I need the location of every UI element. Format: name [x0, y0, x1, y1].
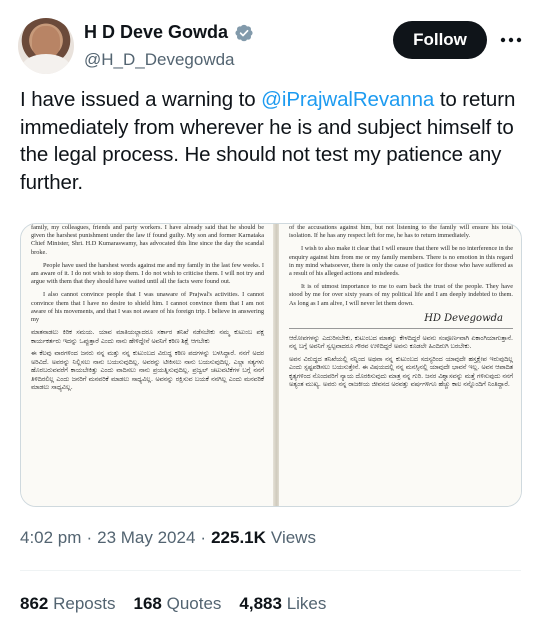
avatar[interactable] — [18, 18, 74, 74]
quotes-stat[interactable]: 168 Quotes — [133, 594, 221, 614]
verified-badge-icon[interactable] — [234, 23, 254, 43]
letter-left-paragraph-3: I also cannot convince people that I was… — [31, 291, 264, 324]
tweet-date[interactable]: 23 May 2024 — [97, 528, 195, 548]
tweet-text-before: I have issued a warning to — [20, 88, 262, 111]
likes-stat[interactable]: 4,883 Likes — [239, 594, 326, 614]
letter-page-right: of the accusations against him, but not … — [279, 224, 521, 506]
views-count[interactable]: 225.1K — [211, 528, 266, 548]
likes-label: Likes — [286, 594, 327, 613]
avatar-shirt — [22, 54, 70, 74]
views-label: Views — [270, 528, 316, 547]
signature-divider — [289, 327, 513, 329]
tweet-text: I have issued a warning to @iPrajwalReva… — [20, 86, 525, 196]
letter-right-paragraph-3: It is of utmost importance to me to earn… — [289, 283, 513, 307]
letter-signature: HD Devegowda — [424, 312, 503, 324]
letter-left-paragraph-2: People have used the harshest words agai… — [31, 261, 264, 286]
letter-right-paragraph-2: I wish to also make it clear that I will… — [289, 245, 513, 278]
name-row: H D Deve Gowda — [84, 22, 254, 43]
divider — [20, 570, 521, 571]
follow-button[interactable]: Follow — [393, 21, 487, 59]
letter-left-kannada-2: ಈ ಕೆಲವು ವಾರಗಳಿಂದ ಜನರು ನನ್ನ ಮತ್ತು ನನ್ನ ಕು… — [31, 350, 264, 392]
more-horizontal-icon[interactable] — [498, 27, 524, 53]
reposts-stat[interactable]: 862 Reposts — [20, 594, 115, 614]
reposts-count: 862 — [20, 594, 49, 613]
quotes-label: Quotes — [166, 594, 222, 613]
letter-right-paragraph-1: of the accusations against him, but not … — [289, 224, 513, 240]
meta-separator: · — [86, 528, 93, 547]
tweet-header: H D Deve Gowda @H_D_Devegowda Follow — [0, 0, 541, 90]
engagement-stats: 862 Reposts 168 Quotes 4,883 Likes — [20, 594, 326, 614]
user-handle[interactable]: @H_D_Devegowda — [84, 50, 235, 70]
meta-separator-2: · — [200, 528, 207, 547]
display-name[interactable]: H D Deve Gowda — [84, 22, 228, 43]
letter-right-kannada-1: ಆರೋಪಗಳನ್ನು ಎದುರಿಸಬೇಕು, ಕುಟುಂಬದ ಮಾತನ್ನು ಕ… — [289, 334, 513, 351]
mention-link[interactable]: @iPrajwalRevanna — [261, 88, 434, 111]
tweet-time[interactable]: 4:02 pm — [20, 528, 81, 548]
tweet-meta: 4:02 pm · 23 May 2024 · 225.1K Views — [20, 528, 316, 548]
likes-count: 4,883 — [239, 594, 282, 613]
letter-left-paragraph-1: family, my colleagues, friends and party… — [31, 224, 264, 256]
letter-page-left: family, my colleagues, friends and party… — [21, 224, 274, 506]
quotes-count: 168 — [133, 594, 162, 613]
attached-letter-image[interactable]: family, my colleagues, friends and party… — [20, 223, 522, 507]
letter-right-kannada-2: ಅವನ ವಿರುದ್ಧದ ತನಿಖೆಯಲ್ಲಿ ನನ್ನಿಂದ ಅಥವಾ ನನ್… — [289, 355, 513, 389]
letter-left-kannada-1: ಮಾತನಾಡಲು ಕಿರಿಕ ಸಮಯ. ಯಾವ ಮಾತಿಯಲ್ಲಾದರೂ ಸರ್… — [31, 329, 264, 345]
reposts-label: Reposts — [53, 594, 116, 613]
